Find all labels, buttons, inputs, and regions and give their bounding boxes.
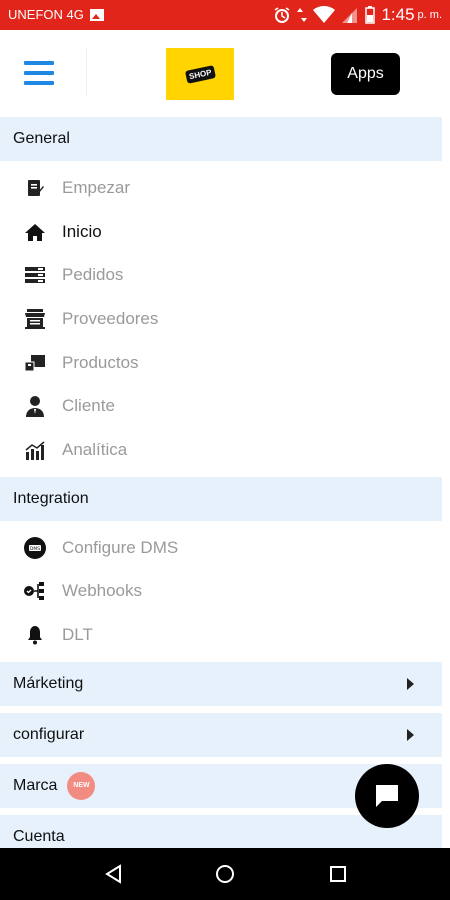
carrier-label: UNEFON 4G (8, 7, 84, 22)
menu-item-label: Inicio (62, 221, 102, 241)
menu-item-label: Webhooks (62, 581, 143, 601)
menu-item-label: Productos (62, 352, 139, 372)
menu-item-configure-dms[interactable]: DMS Configure DMS (0, 526, 450, 570)
logo-text: SHOP (184, 64, 216, 84)
section-integration: Integration (0, 476, 442, 521)
svg-text:DMS: DMS (30, 546, 40, 552)
chat-bubble-icon (376, 785, 398, 807)
clock-ampm: p. m. (417, 9, 442, 21)
menu-item-productos[interactable]: Productos (0, 341, 450, 385)
data-arrows-icon (297, 8, 308, 22)
image-notification-icon (89, 8, 104, 21)
menu-item-webhooks[interactable]: Webhooks (0, 570, 450, 614)
section-general: General (0, 117, 442, 161)
clock-time: 1:45 (381, 5, 415, 24)
apps-button[interactable]: Apps (331, 53, 400, 95)
webhooks-icon (24, 580, 46, 602)
section-general-title: General (13, 130, 70, 147)
menu-item-label: Cliente (62, 396, 115, 416)
wifi-icon (313, 6, 336, 23)
section-configurar-title: configurar (13, 725, 85, 743)
menu-item-pedidos[interactable]: Pedidos (0, 253, 450, 297)
section-integration-title: Integration (13, 489, 89, 507)
dms-icon: DMS (24, 536, 46, 559)
menu-item-cliente[interactable]: Cliente (0, 384, 450, 428)
home-icon (24, 221, 46, 243)
app-header: SHOP Apps (0, 30, 450, 117)
back-icon[interactable] (104, 864, 124, 884)
menu-item-label: DLT (62, 625, 93, 645)
new-badge: NEW (67, 771, 96, 800)
status-right: 1:45 p. m. (273, 5, 442, 25)
menu-item-label: Proveedores (62, 308, 159, 328)
status-bar: UNEFON 4G 1:45 p. m. (0, 0, 450, 30)
status-left: UNEFON 4G (8, 7, 104, 22)
signal-icon (342, 8, 358, 23)
analytics-icon (24, 439, 46, 461)
menu-item-label: Configure DMS (62, 537, 179, 557)
section-marketing[interactable]: Márketing (0, 661, 442, 706)
section-configurar[interactable]: configurar (0, 712, 442, 757)
side-menu: General Empezar Inicio Pedidos Proveedor… (0, 117, 450, 859)
section-marca-title: Marca (13, 776, 58, 794)
menu-item-proveedores[interactable]: Proveedores (0, 297, 450, 341)
store-logo[interactable]: SHOP (166, 48, 234, 100)
orders-icon (24, 264, 46, 286)
menu-item-dlt[interactable]: DLT (0, 613, 450, 657)
bell-icon (24, 624, 46, 646)
menu-item-label: Pedidos (62, 265, 124, 285)
section-cuenta-title: Cuenta (13, 827, 65, 845)
menu-item-analitica[interactable]: Analítica (0, 428, 450, 472)
alarm-icon (275, 7, 290, 23)
menu-item-empezar[interactable]: Empezar (0, 166, 450, 210)
recents-icon[interactable] (328, 864, 348, 884)
battery-icon (365, 6, 376, 24)
section-marketing-title: Márketing (13, 674, 84, 692)
home-circle-icon[interactable] (215, 864, 235, 884)
edit-doc-icon (24, 177, 46, 199)
system-nav-bar (0, 848, 450, 900)
header-divider (86, 48, 87, 96)
menu-item-inicio[interactable]: Inicio (0, 210, 450, 254)
chat-button[interactable] (355, 764, 419, 828)
expand-arrow-icon (407, 728, 414, 741)
products-icon (24, 352, 46, 374)
menu-item-label: Empezar (62, 177, 131, 197)
store-icon (24, 308, 46, 330)
customer-icon (24, 395, 46, 418)
menu-item-label: Analítica (62, 439, 128, 459)
hamburger-menu-icon[interactable] (24, 60, 56, 86)
expand-arrow-icon (407, 677, 414, 690)
